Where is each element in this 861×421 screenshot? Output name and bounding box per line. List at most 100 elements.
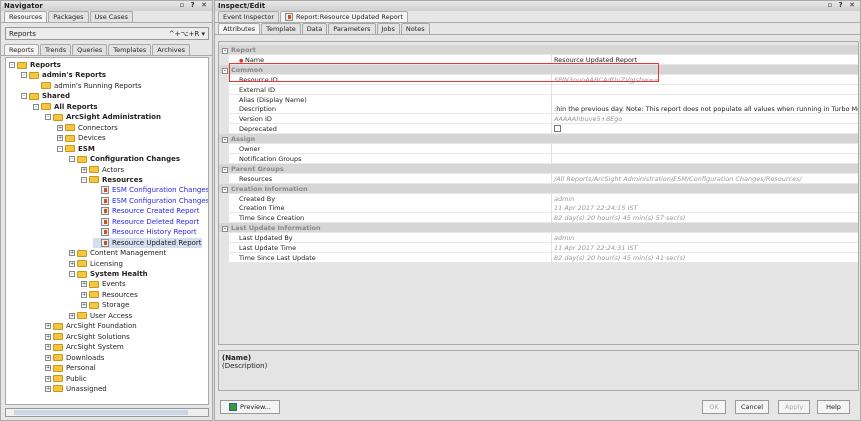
tree-item[interactable]: + Resources	[81, 290, 138, 300]
subtab-trends[interactable]: Trends	[39, 44, 72, 55]
tree-item[interactable]: - System Health	[69, 269, 148, 279]
tree-item[interactable]: admin's Running Reports	[33, 81, 142, 91]
expand-icon[interactable]: +	[45, 323, 51, 330]
tree-item[interactable]: + ArcSight Solutions	[45, 332, 130, 342]
property-group-header[interactable]: - Assign	[219, 134, 858, 145]
tree-item[interactable]: + ArcSight Foundation	[45, 321, 137, 331]
property-value[interactable]: 82 day(s) 20 hour(s) 45 min(s) 57 sec(s)	[551, 213, 858, 224]
subtab-archives[interactable]: Archives	[152, 44, 190, 55]
property-value[interactable]: AAAAAhbuve5+8Ego	[551, 114, 858, 125]
tree-item[interactable]: + Licensing	[69, 259, 123, 269]
property-value[interactable]: admin	[551, 193, 858, 204]
property-value[interactable]: 11 Apr 2017 22:24:15 IST	[551, 203, 858, 214]
collapse-icon[interactable]: -	[21, 93, 27, 100]
expand-icon[interactable]: +	[45, 333, 51, 340]
expand-icon[interactable]: +	[45, 344, 51, 351]
property-value[interactable]	[551, 153, 858, 164]
expand-icon[interactable]: +	[81, 166, 87, 173]
tab-use-cases[interactable]: Use Cases	[89, 11, 134, 22]
collapse-icon[interactable]: -	[222, 137, 228, 144]
subtab-template[interactable]: Template	[261, 23, 301, 34]
help-button[interactable]: Help	[817, 400, 850, 414]
tree-item[interactable]: + Storage	[81, 300, 129, 310]
collapse-icon[interactable]: -	[222, 67, 228, 74]
cancel-button[interactable]: Cancel	[735, 400, 769, 414]
apply-button[interactable]: Apply	[778, 400, 810, 414]
subtab-attributes[interactable]: Attributes	[218, 23, 261, 34]
scrollbar-thumb[interactable]	[14, 410, 188, 415]
expand-icon[interactable]: +	[69, 312, 75, 319]
tree-item[interactable]: Resource Updated Report	[93, 237, 202, 248]
tree-item[interactable]: + Public	[45, 374, 87, 384]
preview-button[interactable]: Preview...	[220, 400, 280, 414]
tree-item[interactable]: + Personal	[45, 363, 96, 373]
collapse-icon[interactable]: -	[222, 226, 228, 233]
collapse-icon[interactable]: -	[81, 176, 87, 183]
tree-item[interactable]: Resource History Report	[93, 227, 197, 237]
expand-icon[interactable]: +	[69, 250, 75, 257]
tree-item[interactable]: + Actors	[81, 165, 124, 175]
tree-item[interactable]: - Resources	[81, 175, 143, 185]
expand-icon[interactable]: +	[45, 365, 51, 372]
property-value[interactable]: 82 day(s) 20 hour(s) 45 min(s) 41 sec(s)	[551, 252, 858, 263]
expand-icon[interactable]: +	[45, 354, 51, 361]
property-group-header[interactable]: - Parent Groups	[219, 163, 858, 174]
property-value[interactable]: 11 Apr 2017 22:24:31 IST	[551, 243, 858, 253]
resource-type-dropdown[interactable]: Reports ^+⌥+R ▾	[5, 27, 209, 40]
tab-packages[interactable]: Packages	[48, 11, 89, 22]
subtab-notes[interactable]: Notes	[400, 23, 430, 34]
expand-icon[interactable]: +	[45, 385, 51, 392]
tree-item[interactable]: + Unassigned	[45, 384, 107, 394]
tree-item[interactable]: - ArcSight Administration	[45, 112, 161, 122]
property-value[interactable]: :hin the previous day. Note: This report…	[551, 104, 858, 115]
collapse-icon[interactable]: -	[69, 156, 75, 163]
collapse-icon[interactable]: -	[57, 145, 63, 152]
tree-item[interactable]: - Configuration Changes	[69, 154, 180, 164]
subtab-templates[interactable]: Templates	[108, 44, 152, 55]
tree-item[interactable]: + Connectors	[57, 123, 118, 133]
horizontal-scrollbar[interactable]	[5, 408, 209, 417]
tree-item[interactable]: - admin's Reports	[21, 70, 106, 80]
panel-controls[interactable]: ▫ ? ✕	[827, 1, 857, 9]
expand-icon[interactable]: +	[69, 260, 75, 267]
subtab-data[interactable]: Data	[301, 23, 328, 34]
collapse-icon[interactable]: -	[69, 271, 75, 277]
tree-item[interactable]: - Shared	[21, 91, 70, 101]
tree-item[interactable]: - All Reports	[33, 102, 98, 112]
property-group-header[interactable]: - Creation Information	[219, 183, 858, 194]
subtab-queries[interactable]: Queries	[72, 44, 108, 55]
expand-icon[interactable]: +	[57, 135, 63, 142]
property-value[interactable]	[551, 124, 858, 135]
tab-event-inspector[interactable]: Event Inspector	[218, 11, 280, 22]
collapse-icon[interactable]: -	[33, 103, 39, 110]
collapse-icon[interactable]: -	[222, 186, 228, 193]
subtab-reports[interactable]: Reports	[4, 44, 39, 55]
expand-icon[interactable]: +	[81, 281, 87, 288]
property-value[interactable]	[551, 84, 858, 95]
subtab-parameters[interactable]: Parameters	[328, 23, 376, 34]
property-value[interactable]	[551, 94, 858, 105]
property-value[interactable]: admin	[551, 233, 858, 244]
tree-item[interactable]: Resource Deleted Report	[93, 217, 199, 227]
expand-icon[interactable]: +	[57, 124, 63, 131]
property-group-header[interactable]: - Report	[219, 45, 858, 55]
subtab-jobs[interactable]: Jobs	[376, 23, 400, 34]
tree-item[interactable]: Resource Created Report	[93, 206, 199, 216]
tree-item[interactable]: + Events	[81, 279, 126, 289]
collapse-icon[interactable]: -	[222, 166, 228, 173]
property-value[interactable]: /All Reports/ArcSight Administration/ESM…	[551, 173, 858, 184]
property-group-header[interactable]: - Last Update Information	[219, 223, 858, 234]
deprecated-checkbox[interactable]	[554, 125, 561, 133]
expand-icon[interactable]: +	[81, 291, 87, 298]
property-value[interactable]	[551, 144, 858, 154]
ok-button[interactable]: OK	[702, 400, 726, 414]
tree-item[interactable]: + Devices	[57, 133, 106, 143]
panel-controls[interactable]: ▫ ? ✕	[179, 1, 209, 9]
tab-resources[interactable]: Resources	[4, 11, 48, 22]
collapse-icon[interactable]: -	[21, 72, 27, 79]
tree-item[interactable]: + ArcSight System	[45, 342, 124, 352]
tab-report-resource-updated[interactable]: Report:Resource Updated Report	[280, 11, 408, 22]
tree-item[interactable]: - ESM	[57, 144, 95, 154]
tree-item[interactable]: + User Access	[69, 311, 132, 321]
tree-item[interactable]: + Downloads	[45, 353, 104, 363]
